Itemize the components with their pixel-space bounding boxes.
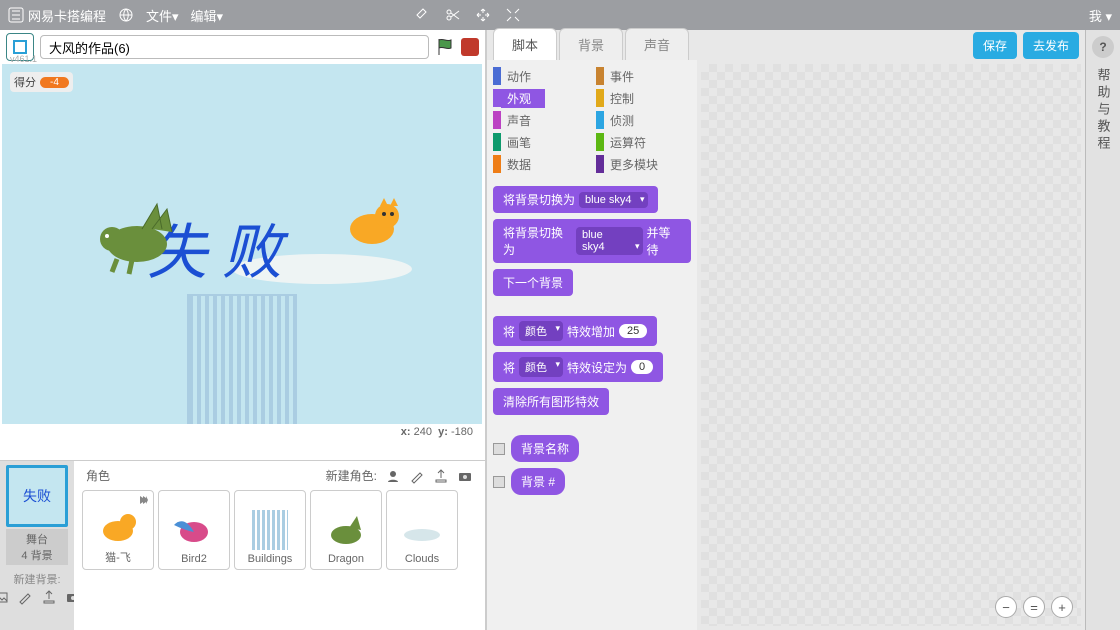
- dragon-sprite[interactable]: [82, 184, 192, 284]
- stop-button[interactable]: [461, 38, 479, 56]
- stage-header: [0, 30, 485, 64]
- reporter-backdrop-name[interactable]: 背景名称: [511, 435, 579, 462]
- category-events[interactable]: 事件: [596, 66, 691, 86]
- sprite-library-icon[interactable]: [385, 468, 401, 484]
- category-motion[interactable]: 动作: [493, 66, 588, 86]
- category-sound[interactable]: 声音: [493, 110, 588, 130]
- checkbox-backdrop-name[interactable]: [493, 443, 505, 455]
- category-more[interactable]: 更多模块: [596, 154, 691, 174]
- cat-sprite[interactable]: [332, 194, 412, 254]
- sprite-item-cat[interactable]: 猫-飞: [82, 490, 154, 570]
- top-menubar: 网易卡搭编程 文件▾ 编辑▾ 我 ▾: [0, 0, 1120, 30]
- block-next-backdrop[interactable]: 下一个背景: [493, 269, 573, 296]
- app-logo[interactable]: 网易卡搭编程: [8, 6, 106, 25]
- block-palette: 动作 事件 外观 控制 声音 侦测 画笔 运算符 数据 更多模块 将背景切换为b…: [487, 60, 697, 630]
- category-pen[interactable]: 画笔: [493, 132, 588, 152]
- toolbar-tools: [415, 7, 521, 23]
- sprite-camera-icon[interactable]: [457, 468, 473, 484]
- save-button[interactable]: 保存: [973, 32, 1017, 59]
- sprites-label: 角色: [86, 467, 110, 484]
- stage-coordinates: x: 240 y: -180: [0, 424, 485, 438]
- zoom-in-button[interactable]: +: [1051, 596, 1073, 618]
- sprite-upload-icon[interactable]: [433, 468, 449, 484]
- block-switch-backdrop-wait[interactable]: 将背景切换为blue sky4并等待: [493, 219, 691, 263]
- stage[interactable]: 得分 -4 失 败: [2, 64, 482, 424]
- globe-icon[interactable]: [118, 7, 134, 23]
- new-sprite-label: 新建角色:: [326, 467, 377, 484]
- paint-icon[interactable]: [17, 589, 33, 605]
- green-flag-icon[interactable]: [435, 37, 455, 57]
- grow-icon[interactable]: [475, 7, 491, 23]
- scissors-icon[interactable]: [445, 7, 461, 23]
- stamp-icon[interactable]: [415, 7, 431, 23]
- category-data[interactable]: 数据: [493, 154, 588, 174]
- sprite-item-bird[interactable]: Bird2: [158, 490, 230, 570]
- help-panel[interactable]: ? 帮助与教程: [1085, 30, 1120, 630]
- score-display: 得分 -4: [10, 72, 73, 92]
- help-label: 帮助与教程: [1094, 68, 1113, 153]
- upload-icon[interactable]: [41, 589, 57, 605]
- block-clear-effects[interactable]: 清除所有图形特效: [493, 388, 609, 415]
- stage-thumbnail[interactable]: 失败: [6, 465, 68, 527]
- project-title-input[interactable]: [40, 35, 429, 59]
- sprite-item-clouds[interactable]: Clouds: [386, 490, 458, 570]
- edit-menu[interactable]: 编辑▾: [191, 6, 224, 25]
- version-label: v461.1: [10, 54, 37, 64]
- tab-scripts[interactable]: 脚本: [493, 28, 557, 60]
- script-indicator-icon: [137, 493, 151, 507]
- shrink-icon[interactable]: [505, 7, 521, 23]
- block-switch-backdrop[interactable]: 将背景切换为blue sky4: [493, 186, 658, 213]
- checkbox-backdrop-num[interactable]: [493, 476, 505, 488]
- new-backdrop-label: 新建背景:: [9, 565, 64, 589]
- zoom-out-button[interactable]: −: [995, 596, 1017, 618]
- category-operators[interactable]: 运算符: [596, 132, 691, 152]
- zoom-reset-button[interactable]: =: [1023, 596, 1045, 618]
- publish-button[interactable]: 去发布: [1023, 32, 1079, 59]
- logo-icon: [8, 7, 24, 23]
- building-sprite: [187, 294, 297, 424]
- category-sensing[interactable]: 侦测: [596, 110, 691, 130]
- fullscreen-icon: [12, 39, 28, 55]
- tab-sounds[interactable]: 声音: [625, 28, 689, 60]
- script-canvas[interactable]: − = +: [701, 64, 1081, 626]
- brand-text: 网易卡搭编程: [28, 6, 106, 25]
- editor-tabs: 脚本 背景 声音 保存 去发布: [487, 30, 1085, 60]
- tab-backdrops[interactable]: 背景: [559, 28, 623, 60]
- reporter-backdrop-num[interactable]: 背景 #: [511, 468, 565, 495]
- block-change-effect[interactable]: 将颜色特效增加25: [493, 316, 657, 346]
- library-icon[interactable]: [0, 589, 9, 605]
- file-menu[interactable]: 文件▾: [146, 6, 179, 25]
- sprite-item-dragon[interactable]: Dragon: [310, 490, 382, 570]
- category-control[interactable]: 控制: [596, 88, 691, 108]
- stage-panel: 失败 舞台 4 背景 新建背景:: [0, 461, 74, 630]
- block-set-effect[interactable]: 将颜色特效设定为0: [493, 352, 663, 382]
- user-menu[interactable]: 我 ▾: [1089, 6, 1112, 25]
- category-looks[interactable]: 外观: [493, 88, 588, 108]
- sprite-item-buildings[interactable]: Buildings: [234, 490, 306, 570]
- help-icon[interactable]: ?: [1092, 36, 1114, 58]
- sprite-paint-icon[interactable]: [409, 468, 425, 484]
